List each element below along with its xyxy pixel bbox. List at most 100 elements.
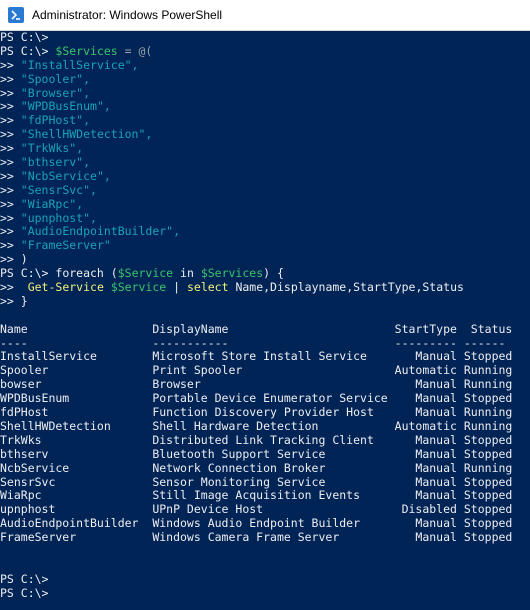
continuation-line: >> Get-Service $Service | select Name,Di…	[0, 280, 530, 295]
table-row: WiaRpc Still Image Acquisition Events Ma…	[0, 488, 530, 503]
prompt-line: PS C:\>	[0, 31, 530, 45]
continuation-line: >> "TrkWks",	[0, 141, 530, 156]
continuation-prompt: >>	[0, 85, 21, 100]
table-row-text: ShellHWDetection Shell Hardware Detectio…	[0, 418, 513, 433]
paren: )	[20, 252, 28, 267]
operator: =	[117, 43, 139, 58]
table-row-text: AudioEndpointBuilder Windows Audio Endpo…	[0, 516, 513, 531]
continuation-line: >> "WiaRpc",	[0, 196, 530, 212]
table-row: Spooler Print Spooler Automatic Running	[0, 363, 530, 378]
continuation-line: >> "NcbService",	[0, 168, 530, 184]
continuation-prompt: >>	[0, 182, 21, 197]
string-literal: "Spooler",	[20, 71, 91, 86]
table-row: FrameServer Windows Camera Frame Server …	[0, 530, 530, 545]
table-row-text: WiaRpc Still Image Acquisition Events Ma…	[0, 488, 513, 503]
string-literal: "Browser",	[20, 85, 91, 100]
table-row-text: SensrSvc Sensor Monitoring Service Manua…	[0, 474, 513, 489]
variable: $Services	[55, 43, 118, 58]
continuation-prompt: >>	[0, 141, 21, 156]
continuation-prompt: >>	[0, 252, 21, 267]
continuation-line: >> "Browser",	[0, 85, 530, 101]
table-row-text: WPDBusEnum Portable Device Enumerator Se…	[0, 391, 513, 406]
prompt: PS C:\>	[0, 43, 56, 58]
continuation-prompt: >>	[0, 224, 21, 239]
continuation-prompt: >>	[0, 238, 21, 253]
string-literal: "WiaRpc",	[20, 196, 84, 211]
continuation-prompt: >>	[0, 155, 21, 170]
powershell-icon	[8, 7, 24, 23]
continuation-prompt: >>	[0, 71, 21, 86]
keyword: foreach	[55, 266, 111, 281]
continuation-line: >> "FrameServer"	[0, 238, 530, 253]
table-row: NcbService Network Connection Broker Man…	[0, 460, 530, 476]
table-header: Name DisplayName StartType Status	[0, 321, 513, 336]
continuation-line: >> "upnphost",	[0, 210, 530, 226]
continuation-line: >> "SensrSvc",	[0, 182, 530, 198]
table-row: bowser Browser Manual Running	[0, 377, 530, 392]
keyword: in	[173, 266, 201, 281]
prompt-line: PS C:\>	[0, 571, 530, 587]
prompt: PS C:\>	[0, 31, 49, 44]
continuation-line: >> "ShellHWDetection",	[0, 127, 530, 142]
table-row-text: Spooler Print Spooler Automatic Running	[0, 363, 513, 378]
title-bar[interactable]: Administrator: Windows PowerShell	[0, 0, 530, 31]
command-line: PS C:\> $Services = @(	[0, 43, 530, 59]
prompt: PS C:\>	[0, 585, 49, 600]
prompt-line: PS C:\>	[0, 585, 530, 601]
table-row-text: InstallService Microsoft Store Install S…	[0, 349, 513, 364]
paren: ) {	[263, 266, 284, 281]
continuation-line: >> "bthserv",	[0, 155, 530, 170]
table-row-text: bthserv Bluetooth Support Service Manual…	[0, 446, 513, 461]
string-literal: "upnphost",	[20, 210, 97, 225]
continuation-prompt: >>	[0, 113, 21, 128]
string-literal: "fdPHost",	[20, 113, 91, 128]
string-literal: "WPDBusEnum",	[20, 99, 111, 114]
table-row-text: bowser Browser Manual Running	[0, 377, 513, 392]
table-row: SensrSvc Sensor Monitoring Service Manua…	[0, 474, 530, 490]
table-row: InstallService Microsoft Store Install S…	[0, 350, 530, 364]
table-row: upnphost UPnP Device Host Disabled Stopp…	[0, 502, 530, 517]
table-rule: ---- ----------- --------- ------	[0, 335, 506, 350]
console-output[interactable]: PS C:\> PS C:\> $Services = @(>> "Install…	[0, 31, 530, 610]
string-literal: "TrkWks",	[20, 141, 84, 156]
prompt: PS C:\>	[0, 571, 49, 586]
table-row-text: TrkWks Distributed Link Tracking Client …	[0, 432, 513, 447]
continuation-prompt: >>	[0, 210, 21, 225]
string-literal: "bthserv",	[20, 155, 91, 170]
continuation-prompt: >>	[0, 127, 21, 142]
string-literal: "FrameServer"	[20, 238, 111, 253]
table-row: ShellHWDetection Shell Hardware Detectio…	[0, 418, 530, 434]
continuation-prompt: >>	[0, 280, 28, 295]
table-rule: ---- ----------- --------- ------	[0, 335, 530, 351]
continuation-line: >> "AudioEndpointBuilder",	[0, 225, 530, 239]
string-literal: "AudioEndpointBuilder",	[20, 224, 181, 239]
continuation-line: >> }	[0, 293, 530, 309]
continuation-line: >> "WPDBusEnum",	[0, 100, 530, 114]
continuation-line: >> )	[0, 252, 530, 267]
table-row-text: FrameServer Windows Camera Frame Server …	[0, 530, 513, 545]
cmdlet: select	[186, 280, 236, 295]
table-row-text: upnphost UPnP Device Host Disabled Stopp…	[0, 502, 513, 517]
string-literal: "SensrSvc",	[20, 182, 97, 197]
operator: @(	[138, 43, 153, 58]
window-title: Administrator: Windows PowerShell	[32, 8, 223, 22]
command-line: PS C:\> foreach ($Service in $Services) …	[0, 266, 530, 281]
continuation-prompt: >>	[0, 293, 21, 308]
paren: }	[20, 293, 28, 308]
table-row-text: NcbService Network Connection Broker Man…	[0, 460, 513, 475]
table-row: fdPHost Function Discovery Provider Host…	[0, 405, 530, 420]
arguments: Name,Displayname,StartType,Status	[235, 280, 464, 295]
continuation-prompt: >>	[0, 168, 21, 183]
table-row: AudioEndpointBuilder Windows Audio Endpo…	[0, 516, 530, 531]
table-row: bthserv Bluetooth Support Service Manual…	[0, 446, 530, 462]
variable: $Services	[200, 266, 264, 281]
continuation-line: >> "Spooler",	[0, 71, 530, 87]
cmdlet: Get-Service	[27, 280, 111, 295]
continuation-prompt: >>	[0, 57, 21, 72]
table-row: TrkWks Distributed Link Tracking Client …	[0, 432, 530, 448]
prompt: PS C:\>	[0, 266, 56, 281]
continuation-prompt: >>	[0, 196, 21, 211]
